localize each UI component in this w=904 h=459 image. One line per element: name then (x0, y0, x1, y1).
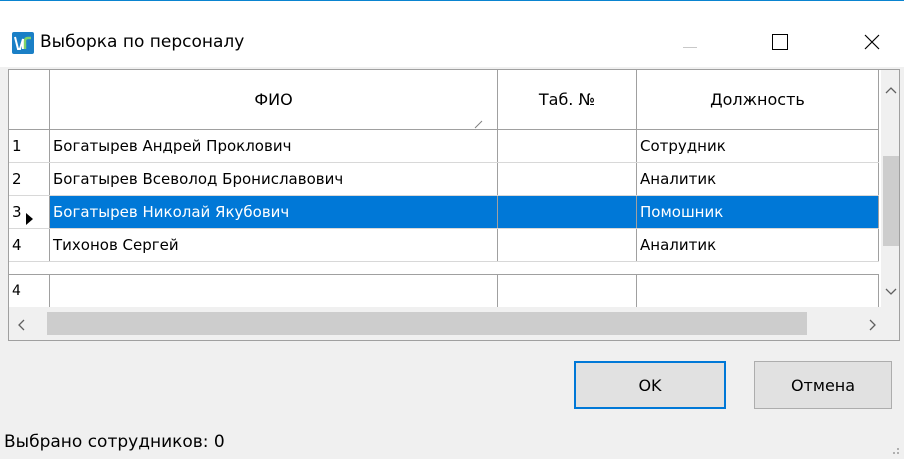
cell-tab-number[interactable] (498, 196, 637, 228)
row-number: 2 (9, 163, 50, 195)
cell-position[interactable]: Помошник (637, 196, 879, 228)
sort-ascending-icon (474, 94, 483, 129)
cell-tab-number[interactable] (498, 130, 637, 162)
scroll-right-icon[interactable] (869, 317, 877, 335)
table-row[interactable]: 2 Богатырев Всеволод Брониславович Анали… (9, 163, 879, 196)
column-header-position[interactable]: Должность (637, 70, 879, 129)
row-indicator: 3 (9, 196, 50, 228)
cancel-button[interactable]: Отмена (754, 361, 892, 409)
cell-name[interactable]: Богатырев Андрей Проклович (50, 130, 498, 162)
row-number: 4 (9, 275, 50, 307)
maximize-icon (772, 34, 788, 54)
cell-tab-number[interactable] (498, 229, 637, 261)
dialog-window: Выборка по персоналу ФИО Таб. № Должност… (0, 0, 904, 457)
cell-position[interactable]: Аналитик (637, 163, 879, 195)
window-title: Выборка по персоналу (40, 32, 245, 52)
table-row-selected[interactable]: 3 Богатырев Николай Якубович Помошник (9, 196, 879, 229)
status-text: Выбрано сотрудников: 0 (4, 432, 225, 452)
summary-row[interactable]: 4 (9, 274, 879, 307)
cell-name[interactable]: Тихонов Сергей (50, 229, 498, 261)
summary-cell-name (50, 275, 498, 307)
app-logo-icon (12, 32, 34, 54)
minimize-button[interactable] (660, 21, 720, 67)
maximize-button[interactable] (750, 21, 810, 67)
grid-header: ФИО Таб. № Должность (9, 70, 879, 130)
title-bar[interactable]: Выборка по персоналу (0, 1, 904, 67)
scroll-down-icon[interactable] (885, 282, 897, 300)
cell-name[interactable]: Богатырев Николай Якубович (50, 196, 498, 228)
ok-button[interactable]: OK (574, 361, 726, 409)
table-row[interactable]: 1 Богатырев Андрей Проклович Сотрудник (9, 130, 879, 163)
column-header-name[interactable]: ФИО (50, 70, 498, 129)
resize-grip-icon[interactable] (888, 441, 900, 454)
cell-position[interactable]: Аналитик (637, 229, 879, 261)
table-row[interactable]: 4 Тихонов Сергей Аналитик (9, 229, 879, 262)
personnel-grid[interactable]: ФИО Таб. № Должность 1 Богатырев Андрей … (8, 69, 900, 341)
vertical-scrollbar[interactable] (881, 70, 899, 307)
cell-name[interactable]: Богатырев Всеволод Брониславович (50, 163, 498, 195)
scroll-left-icon[interactable] (17, 317, 25, 335)
row-number: 3 (12, 203, 22, 221)
current-row-arrow-icon (25, 205, 34, 228)
cell-tab-number[interactable] (498, 163, 637, 195)
horizontal-scrollbar[interactable] (9, 307, 899, 340)
horizontal-scroll-thumb[interactable] (47, 312, 807, 335)
vertical-scroll-thumb[interactable] (883, 156, 899, 246)
scroll-up-icon[interactable] (885, 80, 897, 98)
close-icon (864, 34, 880, 54)
minimize-icon (683, 35, 697, 53)
summary-cell-position (637, 275, 879, 307)
close-button[interactable] (842, 21, 902, 67)
cell-position[interactable]: Сотрудник (637, 130, 879, 162)
column-header-tab-number[interactable]: Таб. № (498, 70, 637, 129)
row-number: 4 (9, 229, 50, 261)
row-number: 1 (9, 130, 50, 162)
row-indicator-header (9, 70, 50, 129)
summary-cell-tab-number (498, 275, 637, 307)
